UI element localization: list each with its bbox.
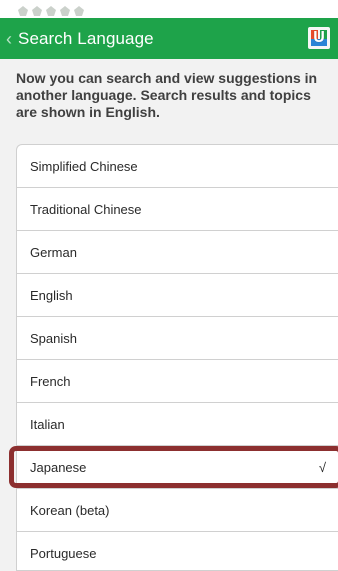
language-list: Simplified Chinese Traditional Chinese G… [16,144,338,571]
notification-icon [32,6,42,16]
list-item-french[interactable]: French [17,360,338,403]
list-item-korean-beta[interactable]: Korean (beta) [17,489,338,532]
notification-icon [18,6,28,16]
list-item-label: Italian [30,416,65,432]
list-item-label: Traditional Chinese [30,201,142,217]
chevron-left-icon[interactable]: ‹ [0,18,18,59]
list-item-english[interactable]: English [17,274,338,317]
logo-letter: U [313,29,325,46]
list-item-traditional-chinese[interactable]: Traditional Chinese [17,188,338,231]
list-item-label: German [30,244,77,260]
list-item-japanese[interactable]: Japanese √ [17,446,338,489]
notification-icon [60,6,70,16]
list-item-german[interactable]: German [17,231,338,274]
list-item-label: Simplified Chinese [30,158,138,174]
checkmark-icon: √ [318,459,326,475]
list-item-label: Japanese [30,459,87,475]
app-header: ‹ Search Language U [0,18,338,59]
list-item-spanish[interactable]: Spanish [17,317,338,360]
list-item-italian[interactable]: Italian [17,403,338,446]
list-item-portuguese[interactable]: Portuguese [17,532,338,570]
description-text: Now you can search and view suggestions … [16,70,318,120]
status-bar [0,0,338,18]
page-title[interactable]: Search Language [18,29,154,49]
app-logo-icon[interactable]: U [308,27,330,49]
list-item-label: Korean (beta) [30,502,110,518]
list-item-label: Portuguese [30,545,97,561]
status-icons [18,6,84,16]
list-item-simplified-chinese[interactable]: Simplified Chinese [17,145,338,188]
notification-icon [46,6,56,16]
notification-icon [74,6,84,16]
list-item-label: English [30,287,73,303]
list-item-label: French [30,373,71,389]
list-item-label: Spanish [30,330,77,346]
